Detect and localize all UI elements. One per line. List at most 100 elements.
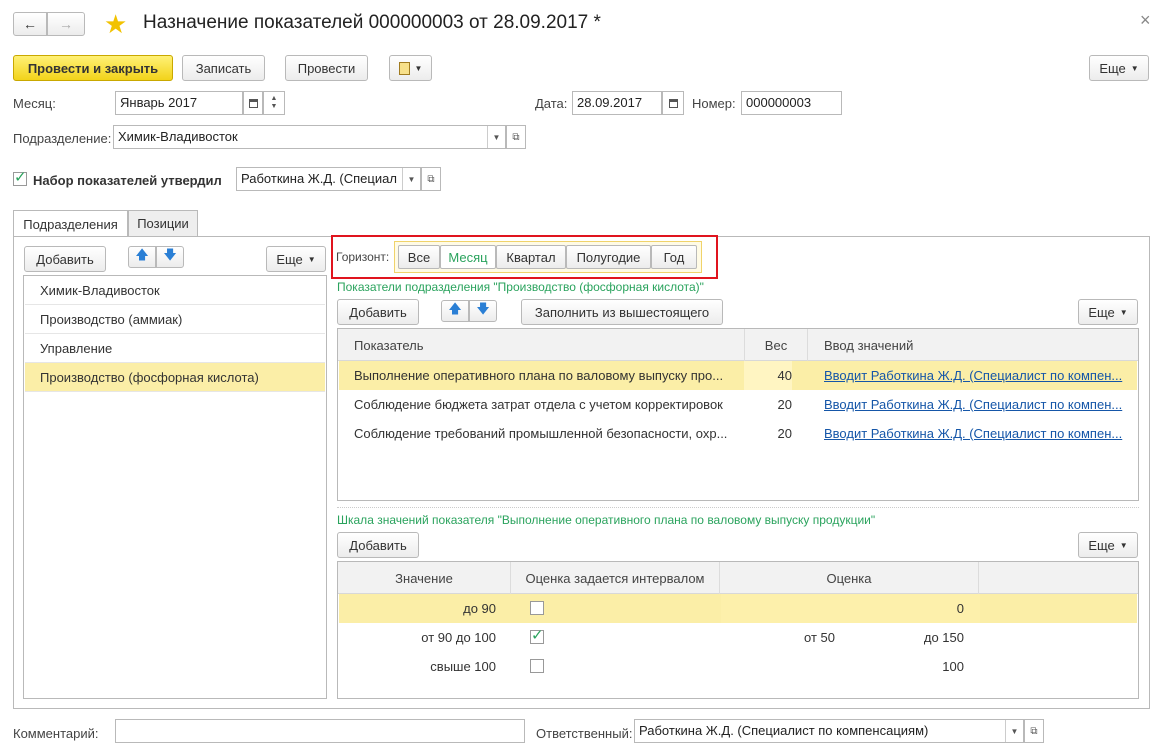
indicators-more-button[interactable]: Еще ▼ [1078,299,1138,325]
list-item[interactable]: Химик-Владивосток [25,276,325,305]
scale-value: от 90 до 100 [421,630,496,645]
close-icon[interactable]: × [1140,10,1151,31]
calendar-icon [248,98,258,108]
list-item-selected[interactable]: Производство (фосфорная кислота) [25,363,325,392]
move-down-button[interactable]: 🡇 [156,246,184,268]
column-header-empty [979,562,1138,594]
date-label: Дата: [535,96,568,111]
save-button[interactable]: Записать [182,55,265,81]
horizon-option-quarter[interactable]: Квартал [496,245,566,269]
window-title: Назначение показателей 000000003 от 28.0… [143,12,601,33]
indicator-weight: 20 [777,426,792,441]
spin-up-icon: ▲ [270,95,278,102]
scale-table-header: Значение Оценка задается интервалом Оцен… [338,562,1138,594]
horizon-option-month[interactable]: Месяц [440,245,496,269]
report-menu-button[interactable]: ▼ [389,55,432,81]
table-row[interactable]: от 90 до 100 ✓ от 50 до 150 [339,623,1137,652]
fill-from-parent-button[interactable]: Заполнить из вышестоящего [521,299,723,325]
horizon-option-year[interactable]: Год [651,245,697,269]
table-row[interactable]: Соблюдение бюджета затрат отдела с учето… [339,390,1137,419]
calendar-button[interactable] [243,91,263,115]
month-spin-button[interactable]: ▲ ▼ [263,91,285,115]
open-link-icon: ⧉ [512,131,520,143]
approved-open-button[interactable]: ⧉ [421,167,441,191]
scale-score[interactable]: 0 [721,594,980,623]
post-and-close-button[interactable]: Провести и закрыть [13,55,173,81]
left-more-button[interactable]: Еще ▼ [266,246,326,272]
number-field[interactable]: 000000003 [741,91,842,115]
column-header-score[interactable]: Оценка [720,562,979,594]
number-label: Номер: [692,96,736,111]
move-up-button[interactable]: 🡅 [128,246,156,268]
arrow-right-icon: → [59,16,73,32]
checkmark-icon: ✓ [531,627,544,644]
division-open-button[interactable]: ⧉ [506,125,526,149]
indicators-table: Показатель Вес Ввод значений Выполнение … [337,328,1139,501]
indicator-name: Соблюдение требований промышленной безоп… [354,426,728,441]
tab-positions[interactable]: Позиции [128,210,198,236]
scale-title: Шкала значений показателя "Выполнение оп… [337,513,876,527]
scale-score-from[interactable]: от 50 [721,623,835,652]
interval-checkbox[interactable] [530,659,544,673]
approved-checkbox[interactable]: ✓ [13,169,27,186]
splitter[interactable] [337,507,1139,508]
comment-label: Комментарий: [13,726,99,741]
dropdown-arrow-icon: ▼ [307,254,316,264]
tab-divisions[interactable]: Подразделения [13,210,128,237]
table-row[interactable]: Выполнение оперативного плана по валовом… [339,361,1137,390]
horizon-option-all[interactable]: Все [398,245,440,269]
back-button[interactable]: ← [13,12,47,36]
scale-add-button[interactable]: Добавить [337,532,419,558]
column-header-weight[interactable]: Вес [745,329,808,361]
spin-down-icon: ▼ [270,103,278,110]
more-label: Еще [1088,304,1115,320]
column-header-value[interactable]: Значение [338,562,511,594]
favorite-star-icon[interactable]: ★ [104,9,127,40]
indicator-input-link[interactable]: Вводит Работкина Ж.Д. (Специалист по ком… [824,390,1134,419]
horizon-label: Горизонт: [336,250,390,264]
division-dropdown[interactable]: ▼ [487,126,505,148]
arrow-left-icon: ← [23,16,37,32]
dropdown-arrow-icon: ▼ [1119,307,1128,317]
scale-score-to[interactable]: до 150 [835,623,964,652]
comment-field[interactable] [115,719,525,743]
indicator-input-link[interactable]: Вводит Работкина Ж.Д. (Специалист по ком… [824,361,1134,390]
indicator-weight: 40 [744,361,792,390]
left-add-button[interactable]: Добавить [24,246,106,272]
dropdown-arrow-icon: ▼ [407,174,416,184]
interval-checkbox[interactable]: ✓ [530,627,544,644]
table-row[interactable]: свыше 100 100 [339,652,1137,681]
horizon-switch: Все Месяц Квартал Полугодие Год [394,241,702,273]
month-field[interactable]: Январь 2017 [115,91,243,115]
column-header-input[interactable]: Ввод значений [808,329,1138,361]
forward-button[interactable]: → [47,12,85,36]
table-row[interactable]: Соблюдение требований промышленной безоп… [339,419,1137,448]
scale-more-button[interactable]: Еще ▼ [1078,532,1138,558]
list-item[interactable]: Производство (аммиак) [25,305,325,334]
calendar-button[interactable] [662,91,684,115]
indicators-move-down-button[interactable]: 🡇 [469,300,497,322]
indicator-name: Выполнение оперативного плана по валовом… [354,368,724,383]
responsible-label: Ответственный: [536,726,633,741]
calendar-icon [668,98,678,108]
indicators-move-up-button[interactable]: 🡅 [441,300,469,322]
scale-score[interactable]: 100 [721,652,980,681]
table-row[interactable]: до 90 0 [339,594,1137,623]
column-header-indicator[interactable]: Показатель [338,329,745,361]
column-header-interval[interactable]: Оценка задается интервалом [511,562,720,594]
date-field[interactable]: 28.09.2017 [572,91,662,115]
approved-label: Набор показателей утвердил [33,173,222,188]
post-button[interactable]: Провести [285,55,368,81]
responsible-open-button[interactable]: ⧉ [1024,719,1044,743]
interval-checkbox[interactable] [530,601,544,615]
responsible-dropdown[interactable]: ▼ [1005,720,1023,742]
indicator-input-link[interactable]: Вводит Работкина Ж.Д. (Специалист по ком… [824,419,1134,448]
more-button[interactable]: Еще ▼ [1089,55,1149,81]
responsible-field[interactable]: Работкина Ж.Д. (Специалист по компенсаци… [634,719,1024,743]
list-item[interactable]: Управление [25,334,325,363]
indicators-add-button[interactable]: Добавить [337,299,419,325]
approved-dropdown[interactable]: ▼ [402,168,420,190]
division-field[interactable]: Химик-Владивосток ▼ [113,125,506,149]
horizon-option-halfyear[interactable]: Полугодие [566,245,651,269]
approved-field[interactable]: Работкина Ж.Д. (Специал ▼ [236,167,421,191]
